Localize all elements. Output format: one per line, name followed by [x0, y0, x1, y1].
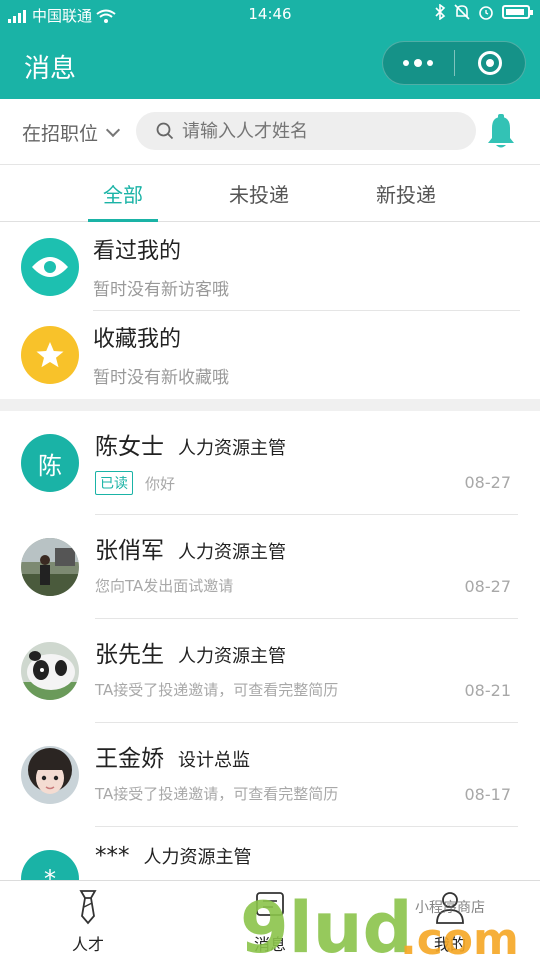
avatar-initial: 陈 — [38, 451, 62, 480]
conversation-item[interactable]: 张先生 人力资源主管 TA接受了投递邀请，可查看完整简历 08-21 — [0, 619, 540, 723]
tab-messages[interactable]: 消息 — [220, 889, 320, 955]
tab-not-applied[interactable]: 未投递 — [204, 179, 314, 208]
contact-position: 人力资源主管 — [143, 847, 252, 868]
favorited-me-row[interactable]: 收藏我的 暂时没有新收藏哦 — [0, 311, 540, 399]
conversation-item[interactable]: 张俏军 人力资源主管 您向TA发出面试邀请 08-27 — [0, 515, 540, 619]
eye-icon — [21, 238, 79, 296]
active-tab-indicator — [88, 219, 158, 222]
message-date: 08-17 — [464, 785, 512, 804]
message-date: 08-21 — [464, 681, 512, 700]
chevron-down-icon — [105, 122, 121, 137]
tab-mine-label: 我的 — [433, 935, 466, 954]
viewed-me-subtitle: 暂时没有新访客哦 — [93, 280, 229, 300]
avatar — [21, 746, 79, 804]
last-message: 你好 — [145, 474, 176, 493]
app-header: 中国联通 14:46 消息 — [0, 0, 540, 99]
position-filter-label: 在招职位 — [22, 123, 99, 145]
contact-name: 陈女士 — [95, 434, 164, 460]
avatar: 陈 — [21, 434, 79, 492]
avatar — [21, 538, 79, 596]
star-icon — [21, 326, 79, 384]
last-message: 您向TA发出面试邀请 — [95, 577, 234, 595]
viewed-me-row[interactable]: 看过我的 暂时没有新访客哦 — [0, 223, 540, 311]
more-dots-icon — [403, 59, 434, 67]
status-bar: 中国联通 14:46 — [0, 0, 540, 28]
close-miniprogram-button[interactable] — [455, 41, 526, 85]
bell-icon[interactable] — [484, 114, 518, 150]
contact-name: 张俏军 — [95, 538, 164, 564]
last-message: TA接受了投递邀请，可查看完整简历 — [95, 681, 339, 699]
conversation-item[interactable]: 王金娇 设计总监 TA接受了投递邀请，可查看完整简历 08-17 — [0, 723, 540, 827]
search-input[interactable] — [182, 120, 462, 142]
tie-icon — [79, 890, 97, 925]
last-message: TA接受了投递邀请，可查看完整简历 — [95, 785, 339, 803]
person-icon — [436, 892, 464, 924]
tab-talent-label: 人才 — [71, 935, 104, 954]
contact-name: 张先生 — [95, 642, 164, 668]
chat-icon — [256, 892, 284, 916]
message-date: 08-27 — [464, 577, 512, 596]
search-row: 在招职位 — [0, 99, 540, 165]
conversation-item[interactable]: 陈 陈女士 人力资源主管 已读 你好 08-27 — [0, 411, 540, 515]
section-gap — [0, 399, 540, 411]
tab-mine[interactable]: 我的 — [400, 889, 500, 955]
search-icon — [156, 122, 174, 140]
miniprogram-capsule — [382, 41, 526, 85]
more-button[interactable] — [383, 41, 454, 85]
page-title: 消息 — [24, 54, 77, 84]
favorited-me-title: 收藏我的 — [93, 327, 182, 352]
tab-messages-label: 消息 — [253, 935, 286, 954]
tab-talent[interactable]: 人才 — [38, 889, 138, 955]
tab-new-applied[interactable]: 新投递 — [351, 179, 461, 208]
avatar — [21, 642, 79, 700]
target-icon — [477, 51, 502, 75]
position-filter[interactable]: 在招职位 — [22, 119, 121, 146]
favorited-me-subtitle: 暂时没有新收藏哦 — [93, 368, 229, 388]
contact-position: 人力资源主管 — [178, 438, 286, 459]
tab-all[interactable]: 全部 — [68, 179, 178, 208]
filter-tabs: 全部 未投递 新投递 — [0, 165, 540, 222]
battery-icon — [502, 5, 533, 19]
contact-position: 人力资源主管 — [178, 542, 286, 563]
search-box — [136, 112, 476, 150]
contact-position: 人力资源主管 — [178, 646, 286, 667]
contact-position: 设计总监 — [178, 750, 250, 771]
message-date: 08-27 — [464, 473, 512, 492]
messages-page: 中国联通 14:46 消息 在招职位 请输入人才姓名 全部 未投递 新投递 看过… — [0, 0, 540, 960]
contact-name: 王金娇 — [95, 746, 164, 772]
bluetooth-icon — [435, 4, 446, 20]
alarm-icon — [479, 6, 493, 20]
contact-name: *** — [95, 843, 130, 869]
read-badge: 已读 — [95, 471, 133, 495]
viewed-me-title: 看过我的 — [93, 239, 182, 264]
bottom-tab-bar: 人才 消息 我的 — [0, 880, 540, 960]
mute-icon — [454, 4, 470, 20]
